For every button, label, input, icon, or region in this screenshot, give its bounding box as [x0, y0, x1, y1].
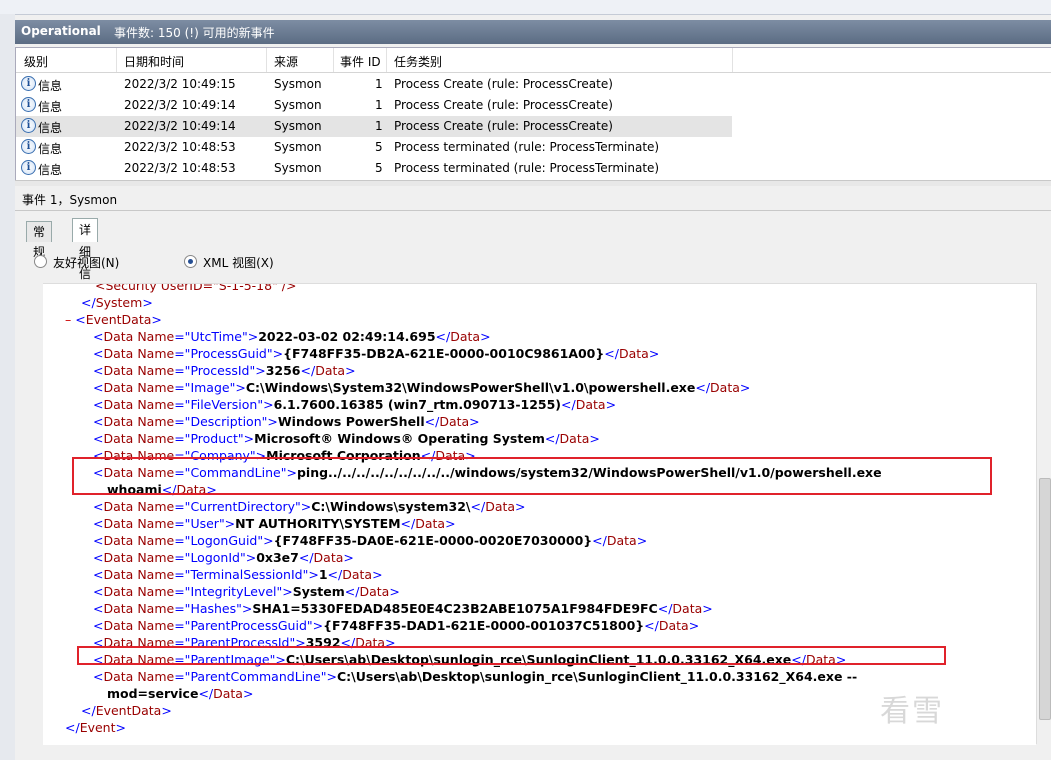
cell-datetime: 2022/3/2 10:49:15	[124, 77, 236, 91]
table-row[interactable]: i 信息 2022/3/2 10:49:14 Sysmon 1 Process Creat…	[16, 95, 732, 116]
cell-datetime: 2022/3/2 10:49:14	[124, 98, 236, 112]
cell-event-id: 1	[375, 98, 383, 112]
xml-data-CurrentDirectory: <Data Name="CurrentDirectory">C:\Windows…	[93, 499, 526, 514]
xml-data-UtcTime: <Data Name="UtcTime">2022-03-02 02:49:14…	[93, 329, 491, 344]
left-nav-gutter	[0, 14, 15, 760]
cell-task-category: Process terminated (rule: ProcessTermina…	[394, 140, 660, 154]
tab-details[interactable]: 详细信息	[72, 218, 99, 303]
cell-datetime: 2022/3/2 10:49:14	[124, 119, 236, 133]
xml-data-ParentCommandLine: <Data Name="ParentCommandLine">C:\Users\…	[93, 669, 858, 684]
xml-view-panel[interactable]: <Security UserID="S-1-5-18" /> </System> –…	[43, 283, 1036, 745]
log-name: Operational	[21, 24, 101, 38]
event-detail-header: 事件 1，Sysmon	[15, 186, 1051, 211]
xml-view-radio[interactable]	[184, 255, 197, 268]
cell-task-category: Process Create (rule: ProcessCreate)	[394, 98, 613, 112]
friendly-view-radio[interactable]	[34, 255, 47, 268]
friendly-view-label: 友好视图(N)	[53, 256, 120, 270]
info-icon: i	[21, 97, 36, 112]
xml-view-label: XML 视图(X)	[203, 256, 274, 270]
cell-source: Sysmon	[274, 161, 322, 175]
xml-data-ParentCommandLine-cont: mod=service</Data>	[107, 686, 254, 701]
xml-close-eventdata: </EventData>	[81, 703, 172, 718]
cell-event-id: 1	[375, 77, 383, 91]
cell-level: 信息	[38, 163, 63, 177]
column-header-event-id[interactable]: 事件 ID	[340, 53, 381, 70]
event-list-header: 级别 日期和时间 来源 事件 ID 任务类别	[16, 48, 1051, 73]
event-detail-title: 事件 1，Sysmon	[22, 193, 118, 207]
cell-level: 信息	[38, 79, 63, 93]
xml-data-IntegrityLevel: <Data Name="IntegrityLevel">System</Data…	[93, 584, 400, 599]
cell-event-id: 5	[375, 140, 383, 154]
column-header-source[interactable]: 来源	[274, 53, 298, 70]
cell-source: Sysmon	[274, 140, 322, 154]
cell-source: Sysmon	[274, 77, 322, 91]
cell-level: 信息	[38, 142, 63, 156]
xml-data-Hashes: <Data Name="Hashes">SHA1=5330FEDAD485E0E…	[93, 601, 713, 616]
cell-task-category: Process terminated (rule: ProcessTermina…	[394, 161, 660, 175]
xml-data-LogonId: <Data Name="LogonId">0x3e7</Data>	[93, 550, 354, 565]
xml-open-eventdata: – <EventData>	[65, 312, 162, 327]
xml-data-ProcessId: <Data Name="ProcessId">3256</Data>	[93, 363, 356, 378]
xml-data-Product: <Data Name="Product">Microsoft® Windows®…	[93, 431, 600, 446]
cell-event-id: 5	[375, 161, 383, 175]
event-list[interactable]: 级别 日期和时间 来源 事件 ID 任务类别 i 信息 2022/3/2 10:49…	[15, 47, 1051, 182]
event-count: 事件数: 150 (!) 可用的新事件	[114, 26, 275, 40]
xml-data-LogonGuid: <Data Name="LogonGuid">{F748FF35-DA0E-62…	[93, 533, 648, 548]
highlight-parentimage	[77, 646, 946, 665]
xml-data-ParentProcessGuid: <Data Name="ParentProcessGuid">{F748FF35…	[93, 618, 700, 633]
xml-data-TerminalSessionId: <Data Name="TerminalSessionId">1</Data>	[93, 567, 383, 582]
xml-data-User: <Data Name="User">NT AUTHORITY\SYSTEM</D…	[93, 516, 456, 531]
xml-data-FileVersion: <Data Name="FileVersion">6.1.7600.16385 …	[93, 397, 617, 412]
log-title-bar: Operational 事件数: 150 (!) 可用的新事件	[15, 20, 1051, 44]
xml-close-system: </System>	[81, 295, 153, 310]
watermark-text: 看雪	[880, 694, 944, 729]
window-top-strip	[0, 0, 1051, 15]
column-header-task-category[interactable]: 任务类别	[394, 53, 442, 70]
cell-source: Sysmon	[274, 119, 322, 133]
cell-task-category: Process Create (rule: ProcessCreate)	[394, 77, 613, 91]
highlight-commandline	[72, 457, 992, 495]
cell-task-category: Process Create (rule: ProcessCreate)	[394, 119, 613, 133]
info-icon: i	[21, 76, 36, 91]
cell-datetime: 2022/3/2 10:48:53	[124, 161, 236, 175]
xml-data-Image: <Data Name="Image">C:\Windows\System32\W…	[93, 380, 751, 395]
table-row[interactable]: i 信息 2022/3/2 10:49:15 Sysmon 1 Process Creat…	[16, 74, 732, 95]
table-row[interactable]: i 信息 2022/3/2 10:48:53 Sysmon 5 Process termi…	[16, 158, 732, 179]
xml-close-event: </Event>	[65, 720, 126, 735]
xml-scrollbar[interactable]	[1036, 283, 1051, 744]
xml-security-line: <Security UserID="S-1-5-18" />	[95, 283, 297, 293]
column-header-datetime[interactable]: 日期和时间	[124, 53, 184, 70]
column-header-level[interactable]: 级别	[24, 53, 48, 70]
xml-scrollbar-thumb[interactable]	[1039, 478, 1051, 720]
cell-source: Sysmon	[274, 98, 322, 112]
info-icon: i	[21, 139, 36, 154]
cell-level: 信息	[38, 121, 63, 135]
cell-datetime: 2022/3/2 10:48:53	[124, 140, 236, 154]
table-row[interactable]: i 信息 2022/3/2 10:48:53 Sysmon 5 Process termi…	[16, 137, 732, 158]
info-icon: i	[21, 160, 36, 175]
table-row[interactable]: i 信息 2022/3/2 10:49:14 Sysmon 1 Process Creat…	[16, 116, 732, 137]
cell-event-id: 1	[375, 119, 383, 133]
cell-level: 信息	[38, 100, 63, 114]
info-icon: i	[21, 118, 36, 133]
tab-general[interactable]: 常规	[26, 221, 53, 259]
xml-data-ProcessGuid: <Data Name="ProcessGuid">{F748FF35-DB2A-…	[93, 346, 660, 361]
xml-data-Description: <Data Name="Description">Windows PowerSh…	[93, 414, 480, 429]
